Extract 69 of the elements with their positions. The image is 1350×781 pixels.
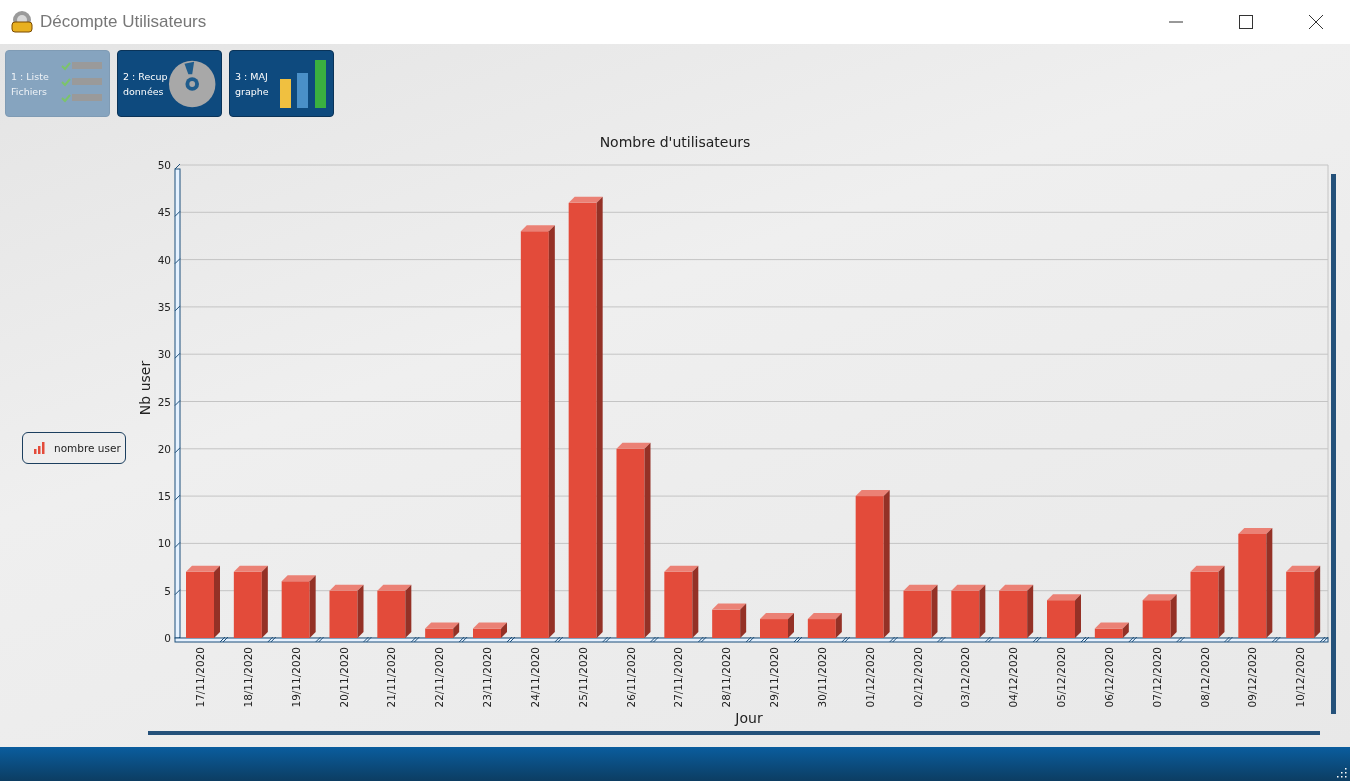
x-tick-label: 19/11/2020 bbox=[289, 647, 302, 708]
bar bbox=[903, 590, 932, 638]
bar bbox=[281, 581, 310, 638]
y-tick-label: 10 bbox=[157, 537, 171, 550]
x-tick-label: 05/12/2020 bbox=[1055, 647, 1067, 708]
bar-chart-icon bbox=[278, 58, 328, 109]
bar bbox=[1142, 600, 1171, 638]
y-tick-label: 0 bbox=[164, 632, 171, 644]
x-tick-label: 02/12/2020 bbox=[911, 647, 924, 708]
app-logo-icon bbox=[10, 10, 34, 34]
toolbar-button[interactable]: 2 : Recup données bbox=[117, 50, 222, 117]
y-axis-title: Nb user bbox=[137, 360, 153, 416]
x-tick-label: 10/12/2020 bbox=[1294, 647, 1307, 708]
bar bbox=[377, 590, 406, 638]
maximize-icon[interactable] bbox=[1238, 14, 1254, 30]
x-tick-label: 26/11/2020 bbox=[624, 647, 637, 708]
x-tick-label: 28/11/2020 bbox=[720, 647, 733, 708]
x-tick-label: 27/11/2020 bbox=[672, 647, 685, 708]
y-tick-label: 45 bbox=[157, 206, 171, 219]
bar bbox=[1286, 571, 1315, 638]
bar bbox=[233, 571, 262, 638]
y-tick-label: 20 bbox=[157, 442, 171, 455]
y-tick-label: 25 bbox=[157, 395, 171, 408]
x-tick-label: 18/11/2020 bbox=[241, 647, 254, 708]
bar bbox=[1094, 628, 1123, 638]
y-tick-label: 5 bbox=[164, 584, 171, 597]
x-tick-label: 04/12/2020 bbox=[1007, 647, 1020, 708]
close-icon[interactable] bbox=[1308, 14, 1324, 30]
y-tick-label: 40 bbox=[157, 253, 171, 266]
x-tick-label: 25/11/2020 bbox=[576, 647, 589, 708]
x-tick-label: 22/11/2020 bbox=[433, 647, 446, 708]
bar bbox=[664, 571, 693, 638]
bar bbox=[760, 619, 788, 638]
bar bbox=[807, 619, 836, 638]
bar bbox=[329, 590, 358, 638]
y-tick-label: 30 bbox=[157, 348, 171, 361]
legend-label: nombre user bbox=[54, 442, 121, 454]
bar bbox=[473, 628, 501, 638]
vertical-scrollbar[interactable] bbox=[1331, 174, 1336, 714]
bar bbox=[1047, 600, 1075, 638]
chart-title: Nombre d'utilisateurs bbox=[599, 134, 751, 150]
x-tick-label: 01/12/2020 bbox=[863, 647, 876, 708]
x-tick-label: 06/12/2020 bbox=[1102, 647, 1115, 708]
x-tick-label: 23/11/2020 bbox=[481, 647, 493, 708]
window-title: Décompte Utilisateurs bbox=[40, 12, 207, 32]
x-tick-label: 21/11/2020 bbox=[385, 647, 398, 708]
x-tick-label: 17/11/2020 bbox=[194, 647, 206, 708]
disc-icon bbox=[167, 58, 216, 109]
horizontal-scrollbar[interactable] bbox=[148, 731, 1320, 735]
x-tick-label: 20/11/2020 bbox=[337, 647, 350, 708]
bar bbox=[186, 571, 214, 638]
x-tick-label: 07/12/2020 bbox=[1150, 647, 1163, 708]
bar bbox=[1190, 571, 1219, 638]
resize-grip-icon[interactable] bbox=[1337, 768, 1347, 778]
x-tick-label: 24/11/2020 bbox=[528, 647, 541, 708]
bar bbox=[951, 590, 980, 638]
bar bbox=[425, 628, 454, 638]
x-tick-label: 30/11/2020 bbox=[815, 647, 828, 708]
x-tick-label: 29/11/2020 bbox=[768, 647, 780, 708]
x-tick-label: 08/12/2020 bbox=[1198, 647, 1211, 708]
bar bbox=[712, 609, 741, 638]
x-tick-label: 09/12/2020 bbox=[1246, 647, 1259, 708]
toolbar-button[interactable]: 3 : MAJ graphe bbox=[229, 50, 334, 117]
x-axis-title: Jour bbox=[735, 710, 763, 726]
bar bbox=[999, 590, 1028, 638]
y-tick-label: 50 bbox=[157, 159, 171, 171]
y-tick-label: 35 bbox=[157, 300, 171, 313]
x-tick-label: 03/12/2020 bbox=[959, 647, 972, 708]
y-tick-label: 15 bbox=[157, 490, 171, 503]
